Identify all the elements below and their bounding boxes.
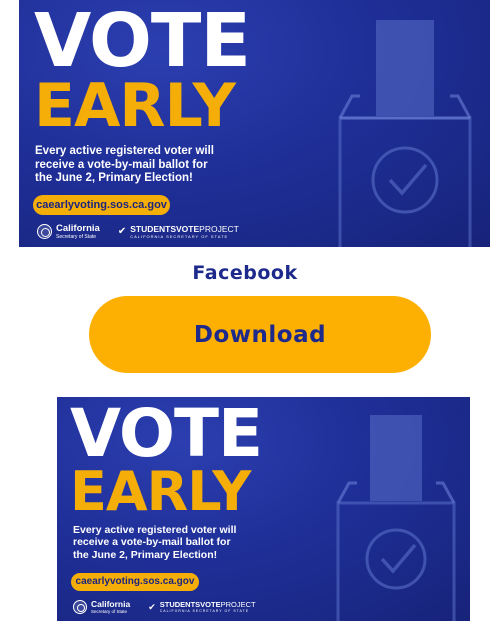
- california-seal-icon: [37, 224, 52, 240]
- poster-logos: California Secretary of State ✔ STUDENTS…: [73, 600, 256, 614]
- download-button[interactable]: Download: [89, 296, 431, 373]
- poster-logos: California Secretary of State ✔ STUDENTS…: [37, 224, 239, 240]
- ballot-check-icon: ✔: [117, 226, 127, 238]
- platform-label: Facebook: [192, 262, 298, 284]
- vote-early-poster-preview: VOTE EARLY Every active registered voter…: [57, 397, 470, 621]
- poster-headline-vote: VOTE: [34, 0, 251, 84]
- california-logo-text: California Secretary of State: [91, 599, 131, 614]
- ballot-box-icon: [338, 20, 472, 247]
- poster-tagline: Every active registered voter will recei…: [35, 145, 214, 185]
- poster-headline-vote: VOTE: [70, 397, 263, 472]
- california-logo-text: California Secretary of State: [56, 223, 100, 240]
- poster-url-badge: caearlyvoting.sos.ca.gov: [33, 195, 170, 215]
- ballot-check-icon: ✔: [148, 601, 156, 612]
- poster-headline-early: EARLY: [70, 460, 251, 523]
- california-seal-icon: [73, 600, 87, 614]
- poster-url-badge: caearlyvoting.sos.ca.gov: [71, 573, 199, 591]
- ballot-box-icon: [336, 415, 456, 621]
- students-vote-project-logo: ✔ STUDENTSVOTEPROJECT CALIFORNIA SECRETA…: [148, 600, 256, 613]
- students-vote-project-logo: ✔ STUDENTSVOTEPROJECT CALIFORNIA SECRETA…: [117, 224, 239, 239]
- poster-tagline: Every active registered voter will recei…: [73, 524, 237, 561]
- poster-headline-early: EARLY: [34, 71, 236, 141]
- vote-early-poster-facebook: VOTE EARLY Every active registered voter…: [19, 0, 490, 247]
